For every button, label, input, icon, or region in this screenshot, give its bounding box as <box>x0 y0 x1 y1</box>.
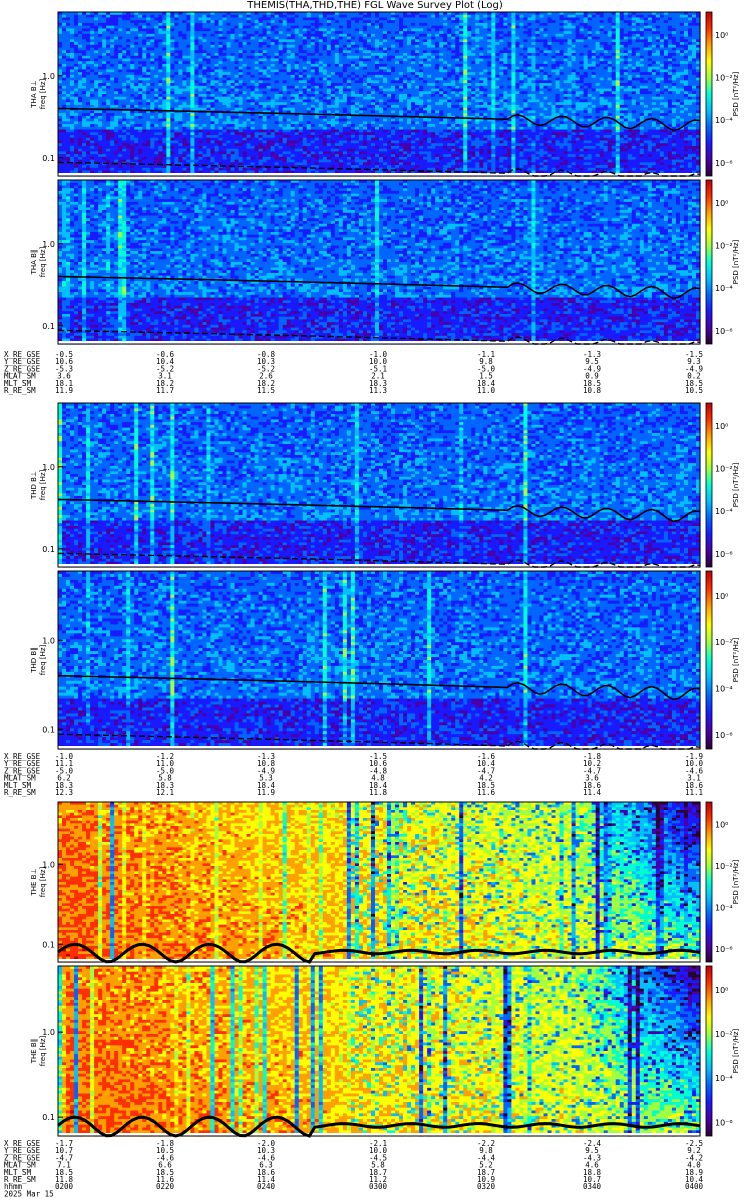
wave-survey-figure: 0.11.0THA B⊥ freq [Hz]10⁰10⁻²10⁻⁴10⁻⁶PSD … <box>0 0 750 1200</box>
